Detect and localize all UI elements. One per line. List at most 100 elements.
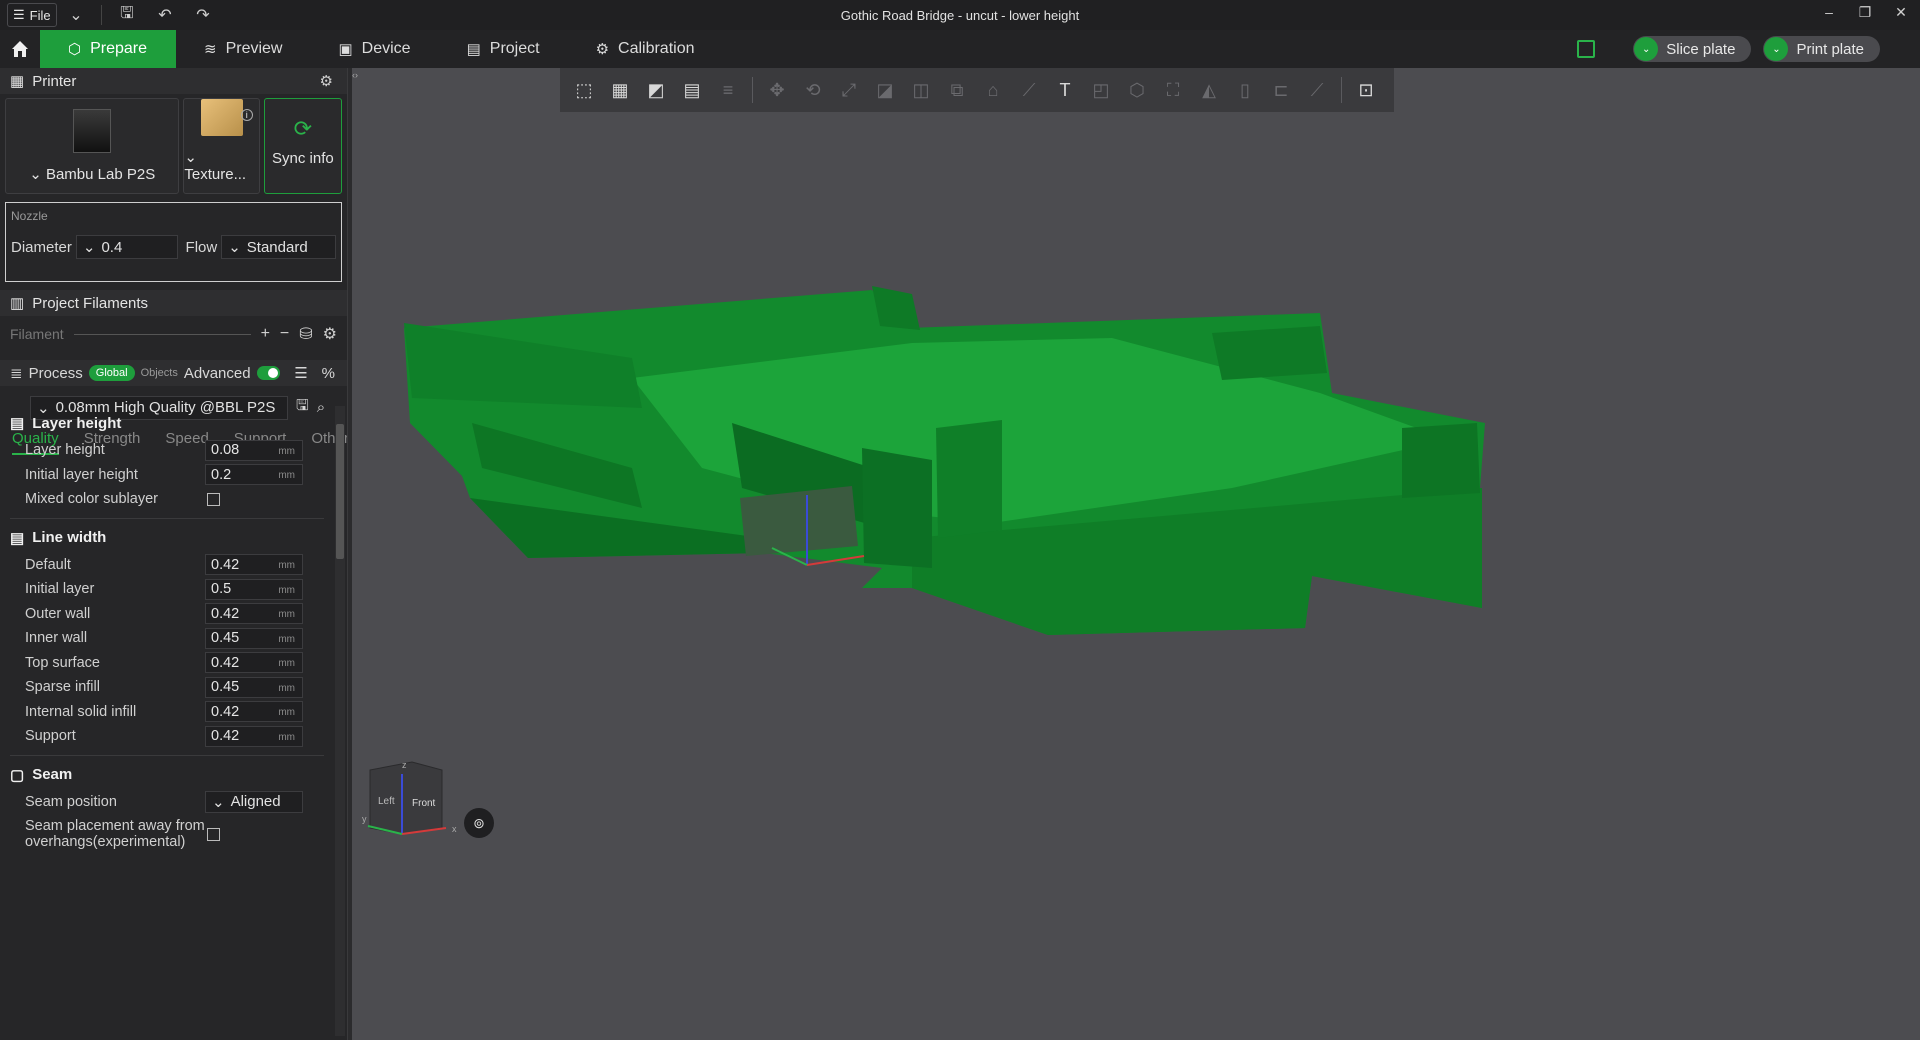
minus-icon[interactable]: − <box>280 325 289 343</box>
filament-placeholder: Filament <box>10 326 64 342</box>
tab-project[interactable]: ▤ Project <box>439 30 568 68</box>
fuzzy-icon[interactable]: ⟋ <box>1299 72 1335 108</box>
model-parapet-right <box>1212 326 1327 380</box>
brim-ears-icon[interactable]: ⊏ <box>1263 72 1299 108</box>
diameter-select[interactable]: ⌄ 0.4 <box>75 235 178 259</box>
tab-preview[interactable]: ≋ Preview <box>176 30 310 68</box>
seam-paint-icon[interactable]: ⟋ <box>1011 72 1047 108</box>
text-icon[interactable]: T <box>1047 72 1083 108</box>
compare-icon[interactable]: % <box>322 365 335 382</box>
flow-select[interactable]: ⌄ Standard <box>221 235 336 259</box>
home-button[interactable] <box>0 30 40 68</box>
save-icon[interactable]: 🖫 <box>108 2 146 29</box>
variable-layer-icon[interactable]: ▯ <box>1227 72 1263 108</box>
add-plate-icon[interactable]: ▦ <box>602 72 638 108</box>
screenshot-icon[interactable]: ⊚ <box>464 808 494 838</box>
setting-row: Layer height 0.08 mm <box>0 438 332 463</box>
flow-label: Flow <box>185 238 218 256</box>
setting-label: Initial layer <box>25 581 95 598</box>
lay-on-face-icon[interactable]: ◪ <box>867 72 903 108</box>
view-icon[interactable]: ⊡ <box>1348 72 1384 108</box>
flow-value: Standard <box>246 238 308 256</box>
gear-icon[interactable]: ⚙ <box>320 72 333 90</box>
undo-icon[interactable]: ↶ <box>146 5 184 25</box>
seam-overhang-checkbox[interactable] <box>207 827 220 841</box>
seam-position-select[interactable]: ⌄ Aligned <box>205 790 303 813</box>
view-cube[interactable]: Left Front z x y <box>362 758 472 848</box>
setting-label: Inner wall <box>25 630 88 647</box>
add-object-icon[interactable]: ⬚ <box>566 72 602 108</box>
chevron-down-icon: ⌄ <box>82 239 96 256</box>
list-icon[interactable]: ☰ <box>294 364 307 382</box>
line-width-default-input[interactable]: 0.42 mm <box>205 554 303 576</box>
setting-label: Default <box>25 556 71 573</box>
emboss-icon[interactable]: ⛶ <box>1155 72 1191 108</box>
mixed-color-checkbox[interactable] <box>207 492 220 506</box>
arrange-icon[interactable]: ▤ <box>674 72 710 108</box>
tab-label: Device <box>361 40 411 57</box>
slice-label: Slice plate <box>1666 40 1736 58</box>
info-icon[interactable]: i <box>240 109 253 121</box>
initial-layer-height-input[interactable]: 0.2 mm <box>205 464 303 486</box>
line-width-outer-input[interactable]: 0.42 mm <box>205 603 303 625</box>
setting-label: Mixed color sublayer <box>25 491 158 508</box>
print-plate-button[interactable]: ⌄ Print plate <box>1763 36 1880 62</box>
setting-label: Layer height <box>25 442 105 459</box>
process-section-header: ≣ Process Global Objects Advanced ☰ % <box>0 360 347 386</box>
line-width-initial-input[interactable]: 0.5 mm <box>205 578 303 600</box>
line-width-top-input[interactable]: 0.42 mm <box>205 652 303 674</box>
tab-prepare[interactable]: ⬡ Prepare <box>40 30 176 68</box>
scrollbar-thumb[interactable] <box>336 424 344 559</box>
scale-icon[interactable]: ⤢ <box>831 72 867 108</box>
home-icon <box>12 41 28 57</box>
global-toggle[interactable]: Global <box>88 365 135 381</box>
plus-icon[interactable]: + <box>261 325 270 343</box>
3d-viewport[interactable]: ‹› ⬚ ▦ ◩ ▤ ≡ ✥ ⟲ ⤢ ◪ ◫ ⧉ ⌂ ⟋ T ◰ ⬡ ⛶ ◭ ▯… <box>352 68 1920 1040</box>
bridge-model[interactable] <box>352 68 1920 1040</box>
layer-height-input[interactable]: 0.08 mm <box>205 439 303 461</box>
layout-icon[interactable] <box>1577 40 1596 58</box>
group-title: Seam <box>32 766 73 783</box>
setting-label: Outer wall <box>25 605 91 622</box>
nozzle-row: Diameter ⌄ 0.4 Flow ⌄ Standard <box>11 235 336 259</box>
line-width-inner-input[interactable]: 0.45 mm <box>205 627 303 649</box>
slice-plate-button[interactable]: ⌄ Slice plate <box>1633 36 1752 62</box>
redo-icon[interactable]: ↷ <box>184 5 222 25</box>
boolean-icon[interactable]: ⧉ <box>939 72 975 108</box>
printer-card[interactable]: ⌄ Bambu Lab P2S <box>5 98 180 194</box>
axis-y-label: y <box>362 814 367 824</box>
chevron-down-icon[interactable]: ⌄ <box>57 5 95 25</box>
support-paint-icon[interactable]: ⌂ <box>975 72 1011 108</box>
chevron-down-icon[interactable]: ⌄ <box>1634 37 1659 61</box>
cube-left-label: Left <box>378 796 395 807</box>
move-icon[interactable]: ✥ <box>759 72 795 108</box>
auto-orient-icon[interactable]: ◩ <box>638 72 674 108</box>
mesh-icon[interactable]: ◭ <box>1191 72 1227 108</box>
line-width-sparse-input[interactable]: 0.45 mm <box>205 676 303 698</box>
objects-toggle[interactable]: Objects <box>141 367 178 379</box>
line-width-support-input[interactable]: 0.42 mm <box>205 725 303 747</box>
gear-icon[interactable]: ⚙ <box>323 324 337 344</box>
cut-icon[interactable]: ◫ <box>903 72 939 108</box>
advanced-toggle[interactable] <box>256 366 281 380</box>
assembly-icon[interactable]: ◰ <box>1083 72 1119 108</box>
close-icon[interactable]: ✕ <box>1890 4 1912 21</box>
minimize-icon[interactable]: – <box>1818 4 1840 21</box>
filament-sync-icon[interactable]: ⛁ <box>299 324 312 344</box>
rotate-icon[interactable]: ⟲ <box>795 72 831 108</box>
sync-info-button[interactable]: ⟳ Sync info <box>263 98 343 194</box>
plate-card[interactable]: i ⌄ Texture... <box>183 98 260 194</box>
sync-icon: ⟳ <box>293 115 313 141</box>
layers-icon: ▤ <box>10 415 25 432</box>
calibration-icon: ⚙ <box>595 41 610 58</box>
split-icon[interactable]: ≡ <box>710 72 746 108</box>
main-tabs-bar: ⬡ Prepare ≋ Preview ▣ Device ▤ Project ⚙… <box>0 30 1920 68</box>
settings-scrollbar[interactable] <box>335 406 345 1036</box>
file-menu-button[interactable]: ☰ File <box>7 3 57 27</box>
tab-device[interactable]: ▣ Device <box>310 30 438 68</box>
chevron-down-icon[interactable]: ⌄ <box>1764 37 1789 61</box>
line-width-solid-input[interactable]: 0.42 mm <box>205 701 303 723</box>
restore-icon[interactable]: ❐ <box>1854 4 1876 21</box>
tab-calibration[interactable]: ⚙ Calibration <box>568 30 723 68</box>
measure-icon[interactable]: ⬡ <box>1119 72 1155 108</box>
